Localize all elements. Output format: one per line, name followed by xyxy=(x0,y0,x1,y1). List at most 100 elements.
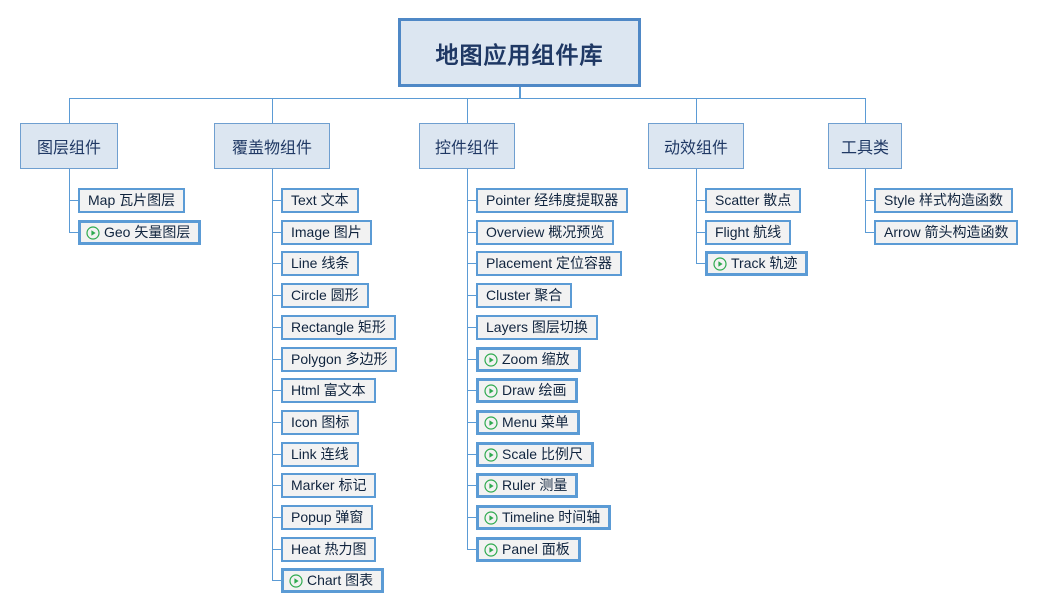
category-node-label: 覆盖物组件 xyxy=(231,140,312,157)
category-drop-connector xyxy=(69,98,70,123)
leaf-stub-connector xyxy=(467,359,476,360)
leaf-stub-connector xyxy=(69,200,78,201)
leaf-stub-connector xyxy=(272,390,281,391)
leaf-node-2-3[interactable]: Line 线条 xyxy=(281,251,360,276)
play-circle-icon xyxy=(289,573,303,588)
leaf-node-2-5[interactable]: Rectangle 矩形 xyxy=(281,315,396,340)
category-node-3[interactable]: 控件组件 xyxy=(419,123,515,169)
leaf-stub-connector xyxy=(272,454,281,455)
leaf-node-label: Layers 图层切换 xyxy=(486,319,588,335)
category-node-2[interactable]: 覆盖物组件 xyxy=(214,123,330,169)
play-circle-icon xyxy=(484,415,498,430)
leaf-node-label: Placement 定位容器 xyxy=(486,255,613,271)
leaf-node-2-12[interactable]: Heat 热力图 xyxy=(281,537,377,562)
leaf-node-3-7[interactable]: Draw 绘画 xyxy=(476,378,578,403)
leaf-stub-connector xyxy=(696,200,705,201)
leaf-stub-connector xyxy=(272,359,281,360)
children-trunk-connector xyxy=(272,169,273,581)
category-node-4[interactable]: 动效组件 xyxy=(648,123,744,169)
leaf-node-label: Flight 航线 xyxy=(715,224,782,240)
leaf-node-3-5[interactable]: Layers 图层切换 xyxy=(476,315,598,340)
category-drop-connector xyxy=(696,98,697,123)
leaf-stub-connector xyxy=(467,200,476,201)
leaf-node-3-4[interactable]: Cluster 聚合 xyxy=(476,283,573,308)
play-circle-icon xyxy=(484,352,498,367)
leaf-node-3-2[interactable]: Overview 概况预览 xyxy=(476,220,615,245)
leaf-node-2-10[interactable]: Marker 标记 xyxy=(281,473,377,498)
play-circle-icon xyxy=(484,478,498,493)
leaf-node-label: Panel 面板 xyxy=(502,541,570,557)
leaf-node-2-7[interactable]: Html 富文本 xyxy=(281,378,376,403)
category-node-label: 图层组件 xyxy=(36,140,101,157)
category-drop-connector xyxy=(467,98,468,123)
category-node-label: 动效组件 xyxy=(663,140,728,157)
leaf-stub-connector xyxy=(272,422,281,423)
leaf-node-label: Track 轨迹 xyxy=(731,255,798,271)
leaf-node-2-13[interactable]: Chart 图表 xyxy=(281,568,385,593)
leaf-stub-connector xyxy=(272,263,281,264)
leaf-node-5-1[interactable]: Style 样式构造函数 xyxy=(874,188,1014,213)
leaf-node-5-2[interactable]: Arrow 箭头构造函数 xyxy=(874,220,1019,245)
leaf-node-label: Pointer 经纬度提取器 xyxy=(486,192,619,208)
leaf-stub-connector xyxy=(865,200,874,201)
leaf-node-label: Popup 弹窗 xyxy=(291,509,364,525)
children-trunk-connector xyxy=(696,169,697,264)
leaf-node-4-1[interactable]: Scatter 散点 xyxy=(705,188,802,213)
leaf-node-2-2[interactable]: Image 图片 xyxy=(281,220,372,245)
category-node-label: 工具类 xyxy=(840,140,889,157)
category-drop-connector xyxy=(865,98,866,123)
leaf-node-label: Marker 标记 xyxy=(291,477,367,493)
leaf-stub-connector xyxy=(467,327,476,328)
leaf-node-2-9[interactable]: Link 连线 xyxy=(281,442,359,467)
leaf-stub-connector xyxy=(467,295,476,296)
leaf-node-3-1[interactable]: Pointer 经纬度提取器 xyxy=(476,188,629,213)
leaf-node-label: Style 样式构造函数 xyxy=(884,192,1004,208)
leaf-node-label: Arrow 箭头构造函数 xyxy=(884,224,1009,240)
leaf-stub-connector xyxy=(467,390,476,391)
leaf-node-3-11[interactable]: Timeline 时间轴 xyxy=(476,505,612,530)
leaf-node-4-3[interactable]: Track 轨迹 xyxy=(705,251,809,276)
category-node-1[interactable]: 图层组件 xyxy=(20,123,118,169)
leaf-node-label: Scatter 散点 xyxy=(715,192,792,208)
leaf-node-label: Heat 热力图 xyxy=(291,541,367,557)
category-drop-connector xyxy=(272,98,273,123)
leaf-node-3-6[interactable]: Zoom 缩放 xyxy=(476,347,581,372)
leaf-node-label: Geo 矢量图层 xyxy=(104,224,191,240)
category-node-5[interactable]: 工具类 xyxy=(828,123,902,169)
leaf-node-3-3[interactable]: Placement 定位容器 xyxy=(476,251,623,276)
leaf-node-2-4[interactable]: Circle 圆形 xyxy=(281,283,369,308)
leaf-node-2-6[interactable]: Polygon 多边形 xyxy=(281,347,398,372)
leaf-node-3-9[interactable]: Scale 比例尺 xyxy=(476,442,594,467)
leaf-node-3-10[interactable]: Ruler 测量 xyxy=(476,473,579,498)
leaf-stub-connector xyxy=(467,485,476,486)
play-circle-icon xyxy=(484,383,498,398)
leaf-stub-connector xyxy=(272,200,281,201)
leaf-node-label: Cluster 聚合 xyxy=(486,287,563,303)
leaf-node-1-1[interactable]: Map 瓦片图层 xyxy=(78,188,186,213)
leaf-node-label: Rectangle 矩形 xyxy=(291,319,386,335)
play-circle-icon xyxy=(86,225,100,240)
root-node: 地图应用组件库 xyxy=(398,18,641,87)
leaf-node-2-1[interactable]: Text 文本 xyxy=(281,188,359,213)
leaf-stub-connector xyxy=(272,327,281,328)
leaf-node-label: Polygon 多边形 xyxy=(291,351,388,367)
leaf-node-label: Menu 菜单 xyxy=(502,414,569,430)
leaf-stub-connector xyxy=(272,232,281,233)
leaf-stub-connector xyxy=(696,263,705,264)
leaf-node-label: Text 文本 xyxy=(291,192,349,208)
leaf-node-1-2[interactable]: Geo 矢量图层 xyxy=(78,220,202,245)
leaf-node-3-12[interactable]: Panel 面板 xyxy=(476,537,581,562)
play-circle-icon xyxy=(484,542,498,557)
leaf-stub-connector xyxy=(467,422,476,423)
leaf-node-label: Ruler 测量 xyxy=(502,477,568,493)
leaf-node-2-11[interactable]: Popup 弹窗 xyxy=(281,505,374,530)
leaf-node-2-8[interactable]: Icon 图标 xyxy=(281,410,360,435)
play-circle-icon xyxy=(484,510,498,525)
leaf-node-3-8[interactable]: Menu 菜单 xyxy=(476,410,580,435)
leaf-stub-connector xyxy=(865,232,874,233)
leaf-node-label: Chart 图表 xyxy=(307,572,374,588)
leaf-node-4-2[interactable]: Flight 航线 xyxy=(705,220,792,245)
leaf-node-label: Zoom 缩放 xyxy=(502,351,570,367)
leaf-node-label: Timeline 时间轴 xyxy=(502,509,601,525)
leaf-stub-connector xyxy=(272,295,281,296)
